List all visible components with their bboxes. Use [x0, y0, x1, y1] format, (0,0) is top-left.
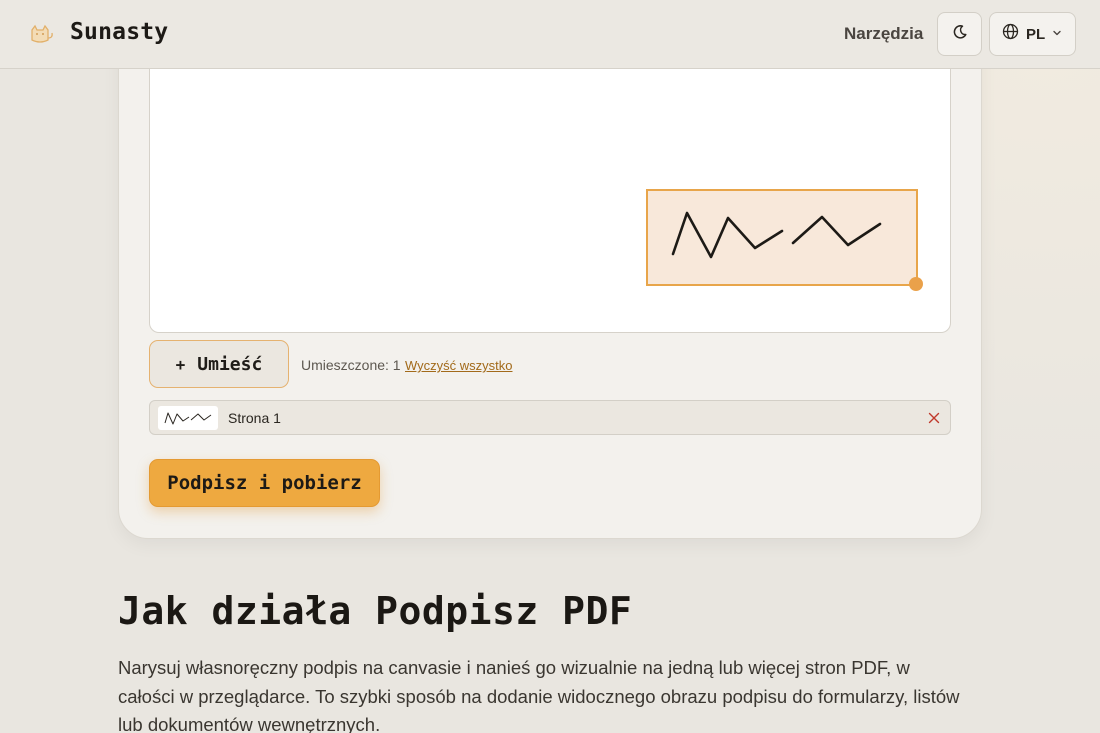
globe-icon [1002, 23, 1019, 45]
chevron-down-icon [1052, 25, 1062, 43]
language-label: PL [1026, 25, 1046, 43]
language-selector[interactable]: PL [989, 12, 1076, 56]
moon-icon [952, 24, 968, 45]
top-nav: Sunasty Narzędzia PL [0, 0, 1100, 69]
cat-logo-icon[interactable] [26, 18, 56, 48]
list-item: Strona 1 [149, 400, 951, 435]
place-signature-button[interactable]: + Umieść [149, 340, 289, 388]
resize-handle[interactable] [909, 277, 923, 291]
signature-thumbnail [158, 406, 218, 430]
close-icon[interactable] [926, 410, 942, 426]
item-page-label: Strona 1 [228, 410, 281, 426]
nav-tools-link[interactable]: Narzędzia [844, 24, 923, 44]
placed-count: Umieszczone: 1 [301, 357, 401, 373]
pdf-page-preview[interactable] [149, 40, 951, 333]
section-title: Jak działa Podpisz PDF [118, 589, 633, 633]
section-description: Narysuj własnoręczny podpis na canvasie … [118, 657, 960, 733]
brand-name[interactable]: Sunasty [70, 19, 168, 45]
place-button-label: Umieść [197, 353, 263, 375]
signature-drawing [671, 211, 882, 259]
sign-and-download-button[interactable]: Podpisz i pobierz [149, 459, 380, 507]
clear-all-link[interactable]: Wyczyść wszystko [405, 358, 513, 373]
plus-icon: + [175, 354, 186, 374]
placed-signature[interactable] [646, 189, 918, 286]
theme-toggle-button[interactable] [937, 12, 982, 56]
